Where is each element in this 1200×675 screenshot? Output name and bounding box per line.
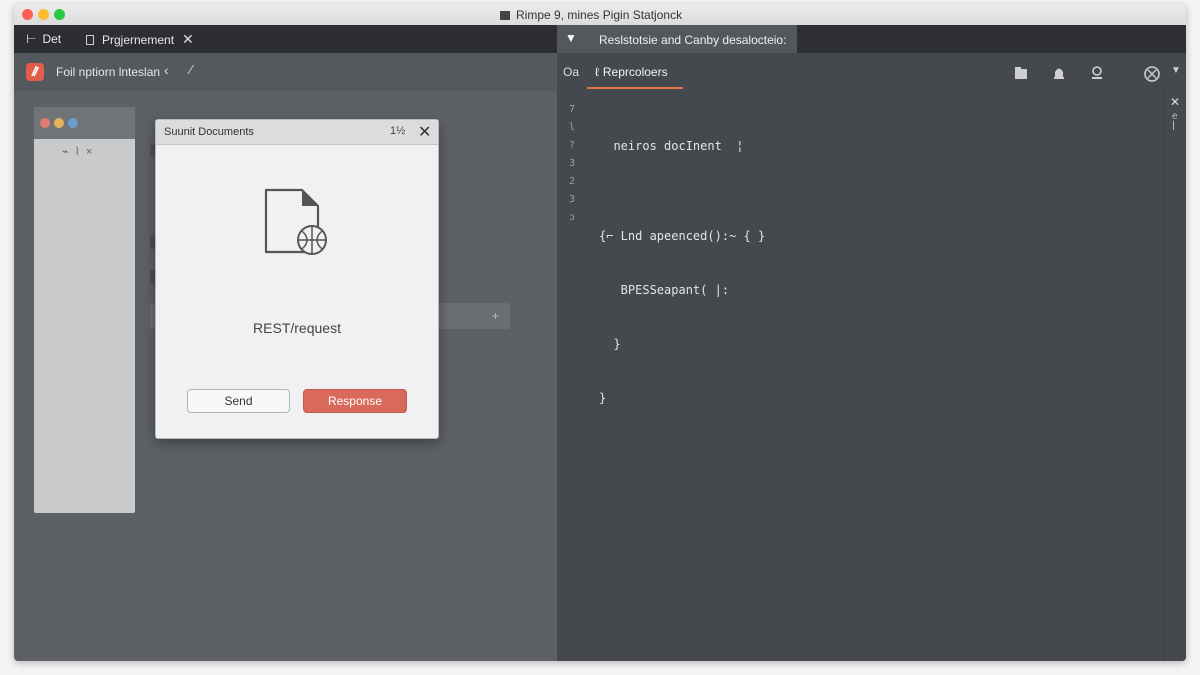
dialog-title: Suunit Documents [164, 126, 254, 138]
code-line: } [599, 337, 621, 351]
send-button[interactable]: Send [187, 389, 290, 413]
tab-prgjernement-label: Prgjernement [102, 33, 175, 47]
branch-icon: ⊢ [26, 32, 37, 46]
red-dot [40, 118, 50, 128]
title-bar: Rimpe 9, mines Pigin Statjonck [14, 4, 1186, 26]
toolbar-prefix[interactable]: Oa [563, 65, 579, 79]
left-tabbar: ⊢ Det Prgjernement ✕ [14, 25, 557, 53]
settings-icon[interactable] [1143, 65, 1160, 82]
zoom-window-button[interactable] [54, 9, 65, 20]
response-button[interactable]: Response [303, 389, 407, 413]
side-tools: ⌁⌇× [62, 145, 98, 158]
tab-det-label: Det [42, 32, 62, 46]
tool-icon[interactable]: ⌁ [62, 146, 75, 158]
add-icon[interactable]: + [492, 309, 499, 323]
dropdown-triangle-icon[interactable]: ▼ [565, 31, 577, 45]
line-number-gutter: 7 l ? 3 2 3 ɔ [569, 101, 583, 227]
tool-icon[interactable]: × [86, 146, 98, 158]
window-title-text: Rimpe 9, mines Pigin Statjonck [516, 8, 683, 22]
right-side-strip: ✕ eꟾ [1163, 91, 1186, 661]
tab-det[interactable]: ⊢ Det [26, 25, 61, 53]
line-number: ɔ [569, 212, 576, 223]
tab-prgjernement[interactable]: Prgjernement ✕ [86, 25, 194, 53]
reprcoloers-label: Reprcoloers [602, 65, 668, 79]
app-icon [500, 11, 510, 20]
dialog-header: Suunit Documents 1½ ✕ [156, 120, 438, 145]
bell-icon[interactable] [1051, 65, 1067, 81]
line-number: ? [569, 140, 576, 151]
code-line: } [599, 391, 607, 405]
right-toolbar: Oa ℓ Reprcoloers ▼ [557, 53, 1186, 93]
line-number: 7 [569, 104, 576, 115]
code-editor[interactable]: neiros docInent ¦ {⌐ Lnd apeenced():~ { … [599, 101, 765, 443]
side-strip-icons: eꟾ [1172, 111, 1178, 133]
close-icon[interactable]: ✕ [418, 122, 431, 142]
code-line: BPESSeapant( |: [599, 283, 730, 297]
save-icon[interactable] [1013, 65, 1029, 81]
close-window-button[interactable] [22, 9, 33, 20]
right-tab-label: Reslstotsie and Canby desalocteio: [599, 33, 787, 47]
tab-active[interactable]: ▼ Reslstotsie and Canby desalocteio: [557, 25, 797, 53]
brush-icon[interactable]: ⁄ [190, 62, 192, 77]
back-chevron-icon[interactable]: ‹ [164, 62, 169, 78]
tool-icon[interactable]: ⌇ [75, 146, 86, 158]
close-icon[interactable]: ✕ [182, 25, 194, 53]
left-pane: ⊢ Det Prgjernement ✕ Foil nptiorn lnteslan… [14, 25, 557, 661]
tab-reprcoloers[interactable]: ℓ Reprcoloers [595, 65, 668, 79]
dialog-label: REST/request [253, 320, 341, 336]
line-number: l [569, 122, 576, 133]
git-icon[interactable] [26, 63, 44, 81]
pen-icon: ℓ [595, 65, 599, 79]
user-icon[interactable] [1089, 65, 1105, 81]
yellow-dot [54, 118, 64, 128]
line-number: 3 [569, 158, 576, 169]
submit-documents-dialog: Suunit Documents 1½ ✕ REST/request Send … [155, 119, 439, 439]
left-toolbar: Foil nptiorn lnteslan ‹ ⁄ [14, 53, 557, 91]
right-tabbar: ▼ Reslstotsie and Canby desalocteio: [557, 25, 1186, 53]
window-title: Rimpe 9, mines Pigin Statjonck [500, 8, 682, 22]
code-line: {⌐ Lnd apeenced():~ { } [599, 229, 766, 243]
side-panel: ⌁⌇× [34, 107, 135, 513]
toolbar-label: Foil nptiorn lnteslan [56, 65, 161, 79]
line-number: 3 [569, 194, 576, 205]
dialog-extra: 1½ [390, 125, 406, 137]
chevron-down-icon[interactable]: ▼ [1171, 65, 1181, 76]
active-tab-underline [587, 87, 683, 89]
line-number: 2 [569, 176, 576, 187]
app-window: Rimpe 9, mines Pigin Statjonck ⊢ Det Prgj… [14, 4, 1186, 661]
blue-dot [68, 118, 78, 128]
close-icon[interactable]: ✕ [1170, 95, 1180, 109]
side-panel-header [34, 107, 135, 139]
right-pane: ▼ Reslstotsie and Canby desalocteio: Oa … [557, 25, 1186, 661]
file-icon [86, 35, 94, 45]
code-line: neiros docInent ¦ [599, 139, 744, 153]
minimize-window-button[interactable] [38, 9, 49, 20]
document-globe-icon [262, 186, 332, 265]
